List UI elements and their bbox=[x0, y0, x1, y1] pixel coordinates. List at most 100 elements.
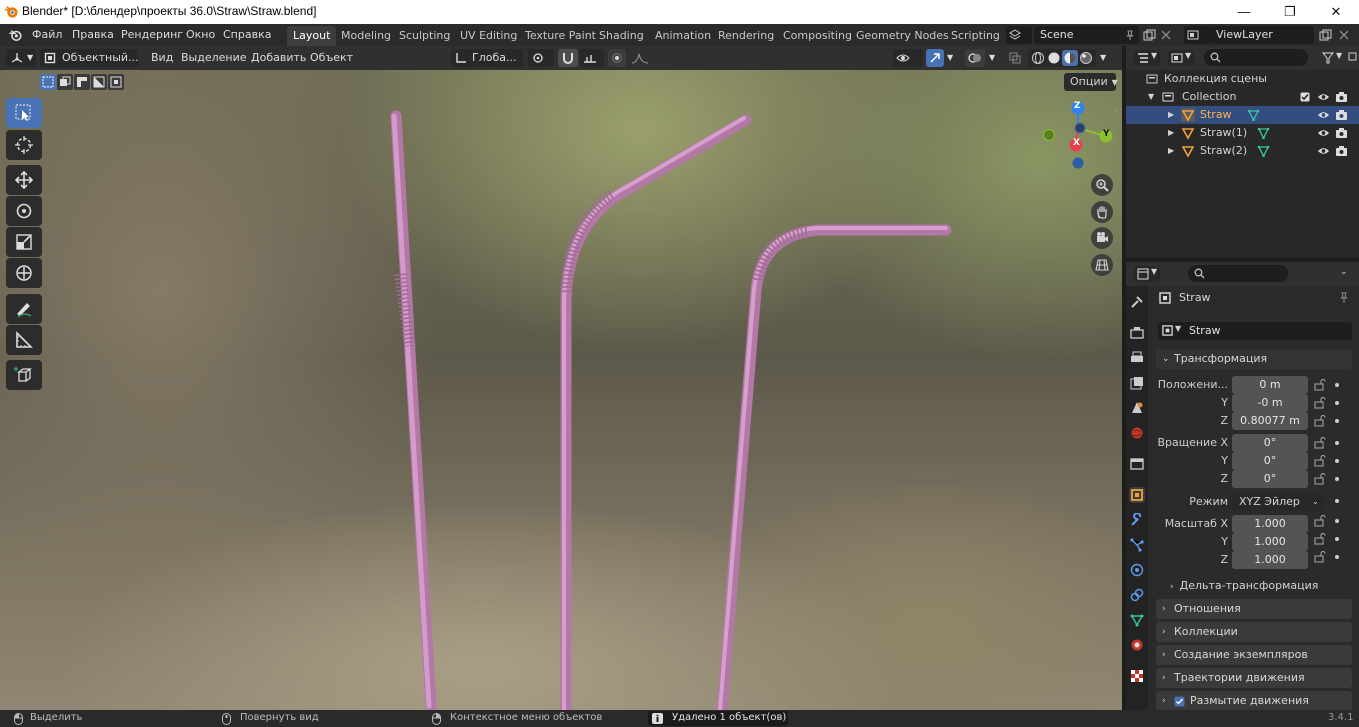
menu-help[interactable]: Справка bbox=[223, 27, 271, 43]
camera-render-icon[interactable] bbox=[1335, 91, 1348, 103]
gizmo-toggle[interactable] bbox=[926, 49, 944, 67]
motion-blur-checkbox-icon[interactable] bbox=[1174, 696, 1185, 707]
tab-object[interactable] bbox=[1129, 487, 1145, 503]
scale-x-field[interactable]: 1.000 bbox=[1232, 515, 1308, 533]
tab-material[interactable] bbox=[1129, 637, 1145, 653]
tab-particles[interactable] bbox=[1129, 537, 1145, 553]
measure-tool[interactable] bbox=[6, 325, 42, 355]
expand-arrow-icon[interactable]: ▶ bbox=[1168, 106, 1174, 124]
lock-open-icon[interactable] bbox=[1314, 473, 1326, 485]
editor-type-button[interactable]: ▼ bbox=[6, 49, 36, 67]
minimize-button[interactable]: — bbox=[1221, 0, 1267, 24]
select-new-button[interactable] bbox=[40, 74, 56, 90]
tab-world[interactable] bbox=[1129, 425, 1145, 441]
viewlayer-browse-button[interactable] bbox=[1184, 26, 1210, 44]
instancing-panel[interactable]: › Создание экземпляров bbox=[1156, 645, 1352, 665]
new-collection-button[interactable] bbox=[1348, 50, 1357, 66]
motion-paths-panel[interactable]: › Траектории движения bbox=[1156, 668, 1352, 688]
snap-target-dropdown[interactable] bbox=[580, 49, 604, 67]
properties-options-chevron-icon[interactable]: ⌄ bbox=[1340, 267, 1348, 277]
visibility-dropdown[interactable] bbox=[893, 49, 923, 67]
outliner-editor-type-button[interactable]: ▼ bbox=[1134, 50, 1160, 66]
outliner-search-input[interactable] bbox=[1204, 49, 1308, 66]
shading-dropdown-chevron-icon[interactable]: ▼ bbox=[1100, 49, 1106, 67]
rotation-mode-dropdown[interactable]: XYZ Эйлер ⌄ bbox=[1232, 493, 1324, 511]
collections-panel[interactable]: › Коллекции bbox=[1156, 622, 1352, 642]
tab-scene[interactable] bbox=[1129, 400, 1145, 416]
tab-output[interactable] bbox=[1129, 350, 1145, 366]
menu-add[interactable]: Добавить bbox=[251, 49, 306, 67]
cursor-tool[interactable] bbox=[6, 130, 42, 160]
menu-window[interactable]: Окно bbox=[186, 27, 215, 43]
lock-open-icon[interactable] bbox=[1314, 397, 1326, 409]
pan-button[interactable] bbox=[1091, 201, 1113, 223]
tab-animation[interactable]: Animation bbox=[649, 26, 717, 46]
blender-menu-icon[interactable] bbox=[8, 28, 23, 42]
lock-open-icon[interactable] bbox=[1314, 437, 1326, 449]
menu-edit[interactable]: Правка bbox=[72, 27, 114, 43]
select-box-tool[interactable] bbox=[6, 98, 42, 128]
3d-viewport[interactable]: Опции ▼ ‹ Z Y X bbox=[0, 70, 1122, 710]
pivot-point-dropdown[interactable] bbox=[528, 49, 554, 67]
properties-search-input[interactable] bbox=[1188, 265, 1288, 282]
relations-panel[interactable]: › Отношения bbox=[1156, 599, 1352, 619]
camera-render-icon[interactable] bbox=[1335, 109, 1348, 121]
keyframe-dot-icon[interactable] bbox=[1335, 459, 1339, 463]
outliner-row-scene-collection[interactable]: Коллекция сцены bbox=[1126, 70, 1359, 88]
maximize-button[interactable]: ❐ bbox=[1267, 0, 1313, 24]
new-scene-icon[interactable] bbox=[1143, 29, 1156, 42]
lock-open-icon[interactable] bbox=[1314, 533, 1326, 545]
solid-shading-button[interactable] bbox=[1046, 50, 1062, 66]
eye-icon[interactable] bbox=[1317, 145, 1330, 157]
keyframe-dot-icon[interactable] bbox=[1335, 477, 1339, 481]
mode-dropdown[interactable]: Объектный... bbox=[40, 49, 139, 67]
keyframe-dot-icon[interactable] bbox=[1335, 383, 1339, 387]
keyframe-dot-icon[interactable] bbox=[1335, 401, 1339, 405]
keyframe-dot-icon[interactable] bbox=[1335, 419, 1339, 423]
options-dropdown[interactable]: Опции ▼ bbox=[1064, 73, 1118, 91]
gizmo-dropdown-chevron-icon[interactable]: ▼ bbox=[947, 49, 953, 67]
properties-editor-type-button[interactable]: ▼ bbox=[1134, 266, 1160, 282]
display-mode-dropdown[interactable]: ▼ bbox=[1168, 50, 1194, 66]
camera-render-icon[interactable] bbox=[1335, 145, 1348, 157]
navigation-gizmo[interactable]: Z Y X bbox=[1040, 100, 1116, 176]
eye-icon[interactable] bbox=[1317, 127, 1330, 139]
lock-open-icon[interactable] bbox=[1314, 415, 1326, 427]
tab-sculpting[interactable]: Sculpting bbox=[393, 26, 456, 46]
pin-icon[interactable] bbox=[1125, 30, 1135, 40]
scale-z-field[interactable]: 1.000 bbox=[1232, 551, 1308, 569]
location-z-field[interactable]: 0.80077 m bbox=[1232, 412, 1308, 430]
rotation-y-field[interactable]: 0° bbox=[1232, 452, 1308, 470]
expand-arrow-icon[interactable]: ▶ bbox=[1168, 142, 1174, 160]
wireframe-shading-button[interactable] bbox=[1030, 50, 1046, 66]
transform-tool[interactable] bbox=[6, 258, 42, 288]
tab-texture-paint[interactable]: Texture Paint bbox=[519, 26, 602, 46]
tab-collection[interactable] bbox=[1129, 456, 1145, 472]
tab-modifiers[interactable] bbox=[1129, 512, 1145, 528]
new-viewlayer-icon[interactable] bbox=[1319, 29, 1332, 42]
tab-shading[interactable]: Shading bbox=[593, 26, 650, 46]
lock-open-icon[interactable] bbox=[1314, 515, 1326, 527]
outliner-row-collection[interactable]: ▼ Collection bbox=[1126, 88, 1359, 106]
select-extend-button[interactable] bbox=[57, 74, 73, 90]
object-name-field[interactable]: Straw bbox=[1183, 322, 1352, 340]
outliner-filter-button[interactable]: ▼ bbox=[1320, 50, 1344, 66]
delete-scene-icon[interactable] bbox=[1161, 30, 1171, 40]
expand-arrow-icon[interactable]: ▶ bbox=[1168, 124, 1174, 142]
delete-viewlayer-icon[interactable] bbox=[1339, 30, 1349, 40]
proportional-falloff-dropdown[interactable] bbox=[628, 49, 652, 67]
move-tool[interactable] bbox=[6, 165, 42, 195]
eye-icon[interactable] bbox=[1317, 91, 1330, 103]
keyframe-dot-icon[interactable] bbox=[1335, 499, 1339, 503]
overlay-toggle[interactable] bbox=[965, 49, 985, 67]
collapse-arrow-icon[interactable]: ▼ bbox=[1148, 88, 1154, 106]
keyframe-dot-icon[interactable] bbox=[1335, 537, 1339, 541]
camera-render-icon[interactable] bbox=[1335, 127, 1348, 139]
select-subtract-button[interactable] bbox=[74, 74, 90, 90]
tab-physics[interactable] bbox=[1129, 562, 1145, 578]
lock-open-icon[interactable] bbox=[1314, 379, 1326, 391]
object-browse-button[interactable]: ▼ bbox=[1158, 322, 1184, 340]
outliner-row-straw-2[interactable]: ▶ Straw(2) bbox=[1126, 142, 1359, 160]
keyframe-dot-icon[interactable] bbox=[1335, 441, 1339, 445]
pin-icon[interactable] bbox=[1338, 292, 1350, 304]
